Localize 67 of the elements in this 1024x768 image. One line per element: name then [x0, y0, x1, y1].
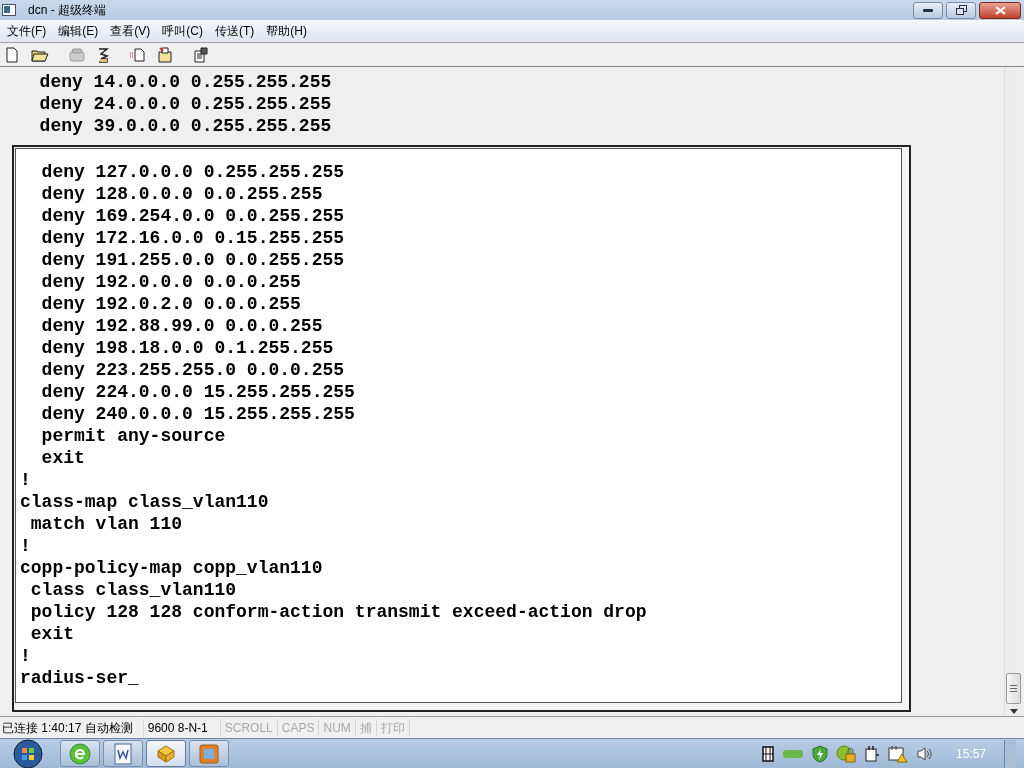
film-icon[interactable]: [761, 745, 774, 762]
close-icon: [994, 5, 1006, 15]
scrollbar[interactable]: [1004, 67, 1022, 716]
taskbar-button[interactable]: [103, 740, 143, 767]
terminal-line: exit: [40, 447, 85, 469]
open-icon[interactable]: [31, 47, 49, 62]
globe-icon: [69, 742, 91, 765]
status-field: SCROLL: [220, 718, 278, 737]
speaker-icon[interactable]: [915, 745, 934, 762]
terminal-line: class-map class_vlan110: [20, 491, 269, 513]
terminal-line: deny 191.255.0.0 0.0.255.255: [40, 249, 345, 271]
status-field: 捕: [355, 718, 377, 737]
terminal-line: deny 192.0.2.0 0.0.0.255: [40, 293, 301, 315]
terminal-line: deny 192.0.0.0 0.0.0.255: [40, 271, 301, 293]
terminal-line: permit any-source: [40, 425, 226, 447]
terminal-line: deny 192.88.99.0 0.0.0.255: [40, 315, 323, 337]
terminal-line: !: [20, 645, 31, 667]
terminal-line: copp-policy-map copp_vlan110: [20, 557, 323, 579]
menu-item[interactable]: 文件(F): [1, 22, 53, 40]
window-title: dcn - 超级终端: [28, 2, 106, 19]
document-icon: [113, 742, 133, 765]
terminal-line: deny 224.0.0.0 15.255.255.255: [40, 381, 355, 403]
window-icon: [198, 742, 220, 765]
terminal-line: radius-ser_: [20, 667, 139, 689]
terminal-line: deny 127.0.0.0 0.255.255.255: [40, 161, 345, 183]
terminal-line: !: [20, 535, 31, 557]
status-field: 已连接 1:40:17 自动检测: [0, 718, 144, 737]
terminal-line: deny 39.0.0.0 0.255.255.255: [38, 115, 332, 137]
terminal-line: match vlan 110: [29, 513, 183, 535]
terminal-line: deny 198.18.0.0 0.1.255.255: [40, 337, 334, 359]
terminal-line: !: [20, 469, 31, 491]
scroll-down-icon[interactable]: [1009, 709, 1018, 714]
status-field: 9600 8-N-1: [143, 718, 221, 737]
plug-icon[interactable]: [863, 744, 880, 763]
taskbar-button[interactable]: [60, 740, 100, 767]
terminal-line: exit: [29, 623, 74, 645]
terminal-line: deny 14.0.0.0 0.255.255.255: [38, 71, 332, 93]
terminal-line: deny 172.16.0.0 0.15.255.255: [40, 227, 345, 249]
minimize-button[interactable]: [913, 1, 943, 19]
start-orb-icon[interactable]: [10, 738, 46, 768]
taskbar-button[interactable]: [146, 740, 186, 767]
terminal-line: policy 128 128 conform-action transmit exceed-action drop: [29, 601, 647, 623]
restore-icon: [955, 5, 967, 15]
menu-item[interactable]: 传送(T): [209, 22, 261, 40]
close-button[interactable]: [979, 1, 1021, 19]
menu-item[interactable]: 帮助(H): [260, 22, 313, 40]
terminal-line: deny 240.0.0.0 15.255.255.255: [40, 403, 355, 425]
scroll-thumb[interactable]: [1006, 673, 1021, 704]
lock-icon[interactable]: [835, 744, 856, 763]
minimize-icon: [923, 8, 933, 12]
status-field: NUM: [319, 718, 356, 737]
taskbar-button[interactable]: [189, 740, 229, 767]
status-field: CAPS: [277, 718, 320, 737]
status-field: 打印: [376, 718, 410, 737]
terminal-line: deny 24.0.0.0 0.255.255.255: [38, 93, 332, 115]
menu-item[interactable]: 编辑(E): [52, 22, 105, 40]
shield-icon[interactable]: [811, 744, 828, 763]
terminal-icon: [2, 4, 16, 16]
menu-item[interactable]: 查看(V): [104, 22, 157, 40]
new-icon[interactable]: [5, 46, 19, 63]
menu-item[interactable]: 呼叫(C): [156, 22, 209, 40]
restore-button[interactable]: [946, 1, 976, 19]
terminal-line: deny 128.0.0.0 0.0.255.255: [40, 183, 323, 205]
terminal-line: class class_vlan110: [29, 579, 237, 601]
network-warning-icon[interactable]: [887, 744, 908, 763]
terminal-line: deny 169.254.0.0 0.0.255.255: [40, 205, 345, 227]
terminal-line: deny 223.255.255.0 0.0.0.255: [40, 359, 345, 381]
